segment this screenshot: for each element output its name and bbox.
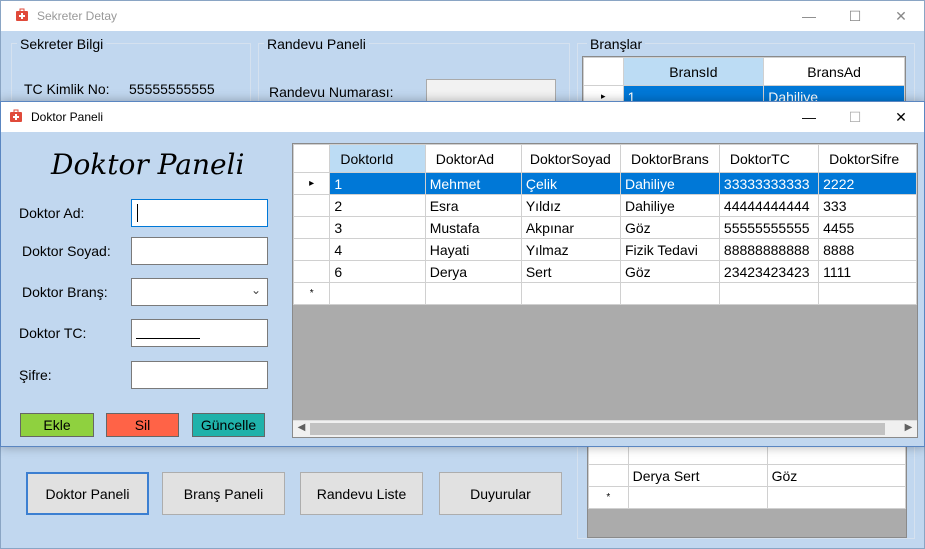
table-cell[interactable]: 6 [329,260,426,283]
new-row-marker: * [293,282,331,305]
doktor-tc-masked-input[interactable] [131,319,268,347]
new-row[interactable]: * [588,486,906,509]
table-cell[interactable]: 1 [329,172,426,195]
sekreter-titlebar: Sekreter Detay — ☐ ✕ [1,1,924,31]
corner-header [583,57,624,86]
table-cell[interactable]: 23423423423 [718,260,820,283]
table-row[interactable]: 3 Mustafa Akpınar Göz 55555555555 4455 [293,216,917,239]
table-cell[interactable]: Fizik Tedavi [619,238,720,261]
close-icon[interactable]: ✕ [878,102,924,132]
table-cell[interactable]: 88888888888 [718,238,820,261]
guncelle-button[interactable]: Güncelle [192,413,265,437]
scrollbar-thumb[interactable] [310,423,885,435]
column-header[interactable]: BransAd [763,57,905,86]
table-cell[interactable]: Göz [619,216,720,239]
scroll-left-icon[interactable]: ◀ [293,422,310,433]
randevu-liste-button[interactable]: Randevu Liste [300,472,423,515]
table-row[interactable]: 4 Hayati Yılmaz Fizik Tedavi 88888888888… [293,238,917,261]
table-cell[interactable]: Yıldız [520,194,621,217]
table-cell[interactable]: Göz [619,260,720,283]
brans-paneli-button[interactable]: Branş Paneli [162,472,285,515]
randevu-grid[interactable]: Derya Sert Göz * [587,441,907,538]
scroll-right-icon[interactable]: ▶ [900,422,917,433]
tc-label: TC Kimlik No: [24,81,110,97]
table-cell[interactable]: 4 [329,238,426,261]
table-cell[interactable]: Dahiliye [619,194,720,217]
table-row[interactable]: Derya Sert Göz [588,464,906,487]
table-row[interactable]: ▸ 1 Mehmet Çelik Dahiliye 33333333333 22… [293,172,917,195]
app-icon [9,109,23,126]
table-cell[interactable]: Mehmet [424,172,522,195]
branslar-grid[interactable]: BransId BransAd ▸ 1 Dahiliye [582,56,906,104]
sil-button[interactable]: Sil [106,413,179,437]
chevron-down-icon: ⌄ [250,283,261,297]
table-cell[interactable]: 33333333333 [718,172,820,195]
column-header[interactable]: DoktorSoyad [520,144,621,173]
table-cell[interactable]: 1111 [818,260,917,283]
table-cell[interactable]: Yılmaz [520,238,621,261]
column-header[interactable]: DoktorId [329,144,426,173]
maximize-icon[interactable]: ☐ [832,1,878,31]
close-icon[interactable]: ✕ [878,1,924,31]
tc-value: 55555555555 [129,81,215,97]
column-header[interactable]: BransId [622,57,765,86]
table-cell[interactable]: 333 [818,194,917,217]
randevu-paneli-title: Randevu Paneli [264,36,369,52]
sifre-label: Şifre: [19,367,52,383]
sifre-input[interactable] [131,361,268,389]
column-header[interactable]: DoktorBrans [619,144,720,173]
table-cell[interactable]: Derya Sert [627,464,768,487]
column-header[interactable]: DoktorTC [718,144,820,173]
column-header[interactable]: DoktorSifre [818,144,917,173]
table-cell[interactable]: 44444444444 [718,194,820,217]
table-cell[interactable]: 55555555555 [718,216,820,239]
doktor-paneli-button[interactable]: Doktor Paneli [26,472,149,515]
doktor-soyad-label: Doktor Soyad: [22,243,111,259]
page-title: Doktor Paneli [51,148,245,181]
doktor-paneli-titlebar: Doktor Paneli — ☐ ✕ [1,102,924,132]
table-row[interactable]: 6 Derya Sert Göz 23423423423 1111 [293,260,917,283]
new-row-marker: * [588,486,629,509]
table-cell[interactable]: 4455 [818,216,917,239]
table-cell[interactable]: Akpınar [520,216,621,239]
table-cell[interactable]: 2222 [818,172,917,195]
table-cell[interactable]: 3 [329,216,426,239]
doktor-soyad-input[interactable] [131,237,268,265]
window-title: Doktor Paneli [31,110,104,124]
branslar-title: Branşlar [587,36,646,52]
maximize-icon[interactable]: ☐ [832,102,878,132]
table-cell[interactable]: Dahiliye [619,172,720,195]
ekle-button[interactable]: Ekle [20,413,94,437]
table-cell[interactable]: Esra [424,194,522,217]
table-cell[interactable]: Sert [520,260,621,283]
doktor-ad-label: Doktor Ad: [19,205,85,221]
table-cell[interactable]: 8888 [818,238,917,261]
table-cell[interactable]: Mustafa [424,216,522,239]
doktor-brans-select[interactable]: ⌄ [131,278,268,306]
doktor-ad-input[interactable] [131,199,268,227]
doktor-tc-label: Doktor TC: [19,325,87,341]
doktor-paneli-window: Doktor Paneli — ☐ ✕ Doktor Paneli Doktor… [0,101,925,447]
table-cell[interactable]: Hayati [424,238,522,261]
column-header[interactable]: DoktorAd [424,144,522,173]
app-icon [15,8,29,25]
row-selector-icon: ▸ [293,172,331,195]
table-cell[interactable]: Çelik [520,172,621,195]
table-cell[interactable]: Göz [766,464,906,487]
table-row[interactable]: 2 Esra Yıldız Dahiliye 44444444444 333 [293,194,917,217]
table-cell[interactable]: 2 [329,194,426,217]
duyurular-button[interactable]: Duyurular [439,472,562,515]
horizontal-scrollbar[interactable]: ◀ ▶ [293,420,917,437]
new-row[interactable]: * [293,282,917,305]
corner-header [293,144,331,173]
randevu-numarasi-label: Randevu Numarası: [269,84,394,100]
window-title: Sekreter Detay [37,9,118,23]
table-cell[interactable]: Derya [424,260,522,283]
minimize-icon[interactable]: — [786,1,832,31]
sekreter-bilgi-title: Sekreter Bilgi [17,36,107,52]
doktor-brans-label: Doktor Branş: [22,284,108,300]
doktor-grid[interactable]: DoktorId DoktorAd DoktorSoyad DoktorBran… [292,143,918,438]
minimize-icon[interactable]: — [786,102,832,132]
